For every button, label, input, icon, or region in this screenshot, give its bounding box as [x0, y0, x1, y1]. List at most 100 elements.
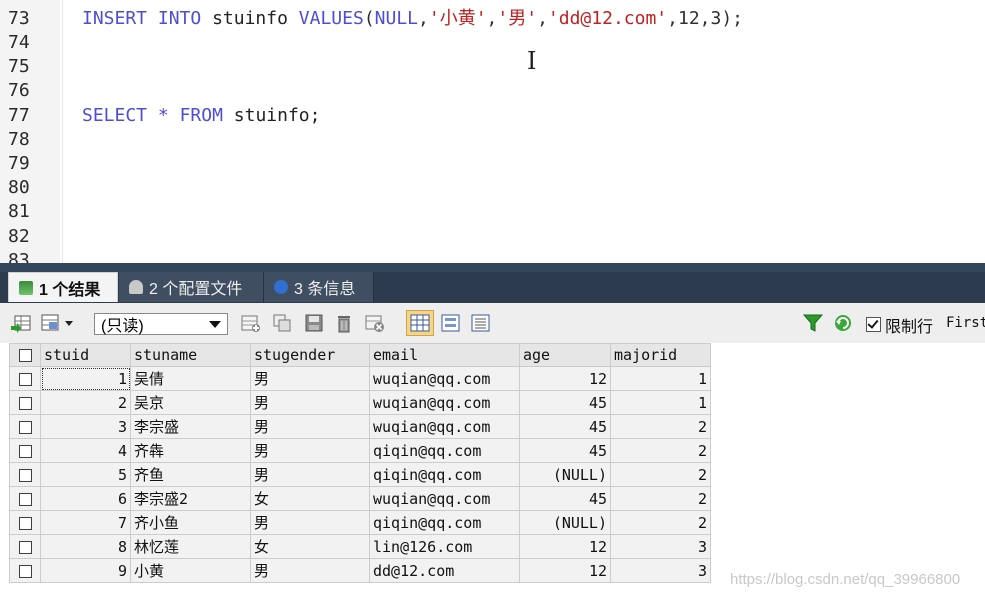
tab-results[interactable]: 1 个结果 [8, 272, 118, 302]
export-icon[interactable] [10, 312, 32, 334]
cell-majorid[interactable]: 1 [610, 390, 711, 415]
cell-majorid[interactable]: 2 [610, 486, 711, 511]
duplicate-row-icon[interactable] [272, 312, 294, 334]
cell-stuid[interactable]: 2 [40, 390, 131, 415]
cell-stuid[interactable]: 1 [40, 366, 131, 391]
row-checkbox[interactable] [9, 438, 41, 463]
cell-majorid[interactable]: 1 [610, 366, 711, 391]
row-checkbox[interactable] [9, 366, 41, 391]
text-view-icon[interactable] [470, 312, 492, 334]
cell-stugender[interactable]: 女 [250, 486, 370, 511]
cell-email[interactable]: wuqian@qq.com [369, 366, 520, 391]
column-header[interactable]: email [369, 343, 520, 367]
cell-stuname[interactable]: 齐犇 [130, 438, 251, 463]
limit-rows-checkbox[interactable] [866, 317, 881, 332]
row-checkbox[interactable] [9, 558, 41, 583]
refresh-icon[interactable] [832, 312, 854, 334]
cell-stuid[interactable]: 4 [40, 438, 131, 463]
table-row[interactable]: 8 林忆莲女 lin@126.com 12 3 [9, 534, 711, 559]
cell-stugender[interactable]: 男 [250, 510, 370, 535]
cell-age[interactable]: 45 [519, 414, 611, 439]
cell-email[interactable]: lin@126.com [369, 534, 520, 559]
column-header[interactable]: stuid [40, 343, 131, 367]
cell-stuname[interactable]: 林忆莲 [130, 534, 251, 559]
cell-stugender[interactable]: 男 [250, 366, 370, 391]
code-line-77[interactable]: SELECT * FROM stuinfo; [82, 104, 320, 128]
cell-stuid[interactable]: 6 [40, 486, 131, 511]
cell-stuname[interactable]: 齐鱼 [130, 462, 251, 487]
row-checkbox[interactable] [9, 390, 41, 415]
cell-email[interactable]: wuqian@qq.com [369, 390, 520, 415]
readonly-mode-select[interactable]: (只读) [94, 313, 228, 335]
save-icon[interactable] [304, 312, 326, 334]
cell-stugender[interactable]: 男 [250, 414, 370, 439]
table-row[interactable]: 6 李宗盛2 女 wuqian@qq.com 45 2 [9, 486, 711, 511]
form-view-icon[interactable] [440, 312, 462, 334]
cell-email[interactable]: qiqin@qq.com [369, 462, 520, 487]
row-checkbox[interactable] [9, 462, 41, 487]
cell-email[interactable]: qiqin@qq.com [369, 510, 520, 535]
cell-stugender[interactable]: 男 [250, 462, 370, 487]
column-header[interactable]: age [519, 343, 611, 367]
cell-majorid[interactable]: 3 [610, 558, 711, 583]
cell-stuname[interactable]: 李宗盛 [130, 414, 251, 439]
cell-stuname[interactable]: 小黄 [130, 558, 251, 583]
row-checkbox[interactable] [9, 414, 41, 439]
cell-stuname[interactable]: 齐小鱼 [130, 510, 251, 535]
cell-email[interactable]: wuqian@qq.com [369, 486, 520, 511]
cell-email[interactable]: dd@12.com [369, 558, 520, 583]
cell-majorid[interactable]: 2 [610, 510, 711, 535]
cell-stuname[interactable]: 李宗盛2 [130, 486, 251, 511]
select-all-checkbox[interactable] [9, 343, 41, 367]
copy-rows-dropdown-icon[interactable] [40, 312, 80, 334]
tab-messages[interactable]: 3 条信息 [264, 272, 374, 302]
cell-majorid[interactable]: 2 [610, 438, 711, 463]
filter-icon[interactable] [802, 312, 824, 334]
cell-stuid[interactable]: 7 [40, 510, 131, 535]
cell-age[interactable]: 45 [519, 486, 611, 511]
cell-stuid[interactable]: 9 [40, 558, 131, 583]
cell-age[interactable]: 12 [519, 558, 611, 583]
tab-profiles[interactable]: 2 个配置文件 [119, 272, 264, 302]
cell-stuid[interactable]: 8 [40, 534, 131, 559]
cell-stuid[interactable]: 5 [40, 462, 131, 487]
table-row[interactable]: 2 吴京男 wuqian@qq.com 45 1 [9, 390, 711, 415]
cell-age[interactable]: 45 [519, 438, 611, 463]
delete-icon[interactable] [334, 312, 356, 334]
column-header[interactable]: stugender [250, 343, 370, 367]
cell-stugender[interactable]: 男 [250, 390, 370, 415]
cell-stugender[interactable]: 女 [250, 534, 370, 559]
insert-row-icon[interactable] [240, 312, 262, 334]
table-row[interactable]: 7 齐小鱼男 qiqin@qq.com (NULL) 2 [9, 510, 711, 535]
cell-majorid[interactable]: 2 [610, 414, 711, 439]
table-row[interactable]: 9 小黄男 dd@12.com 12 3 [9, 558, 711, 583]
table-row[interactable]: 5 齐鱼男 qiqin@qq.com (NULL) 2 [9, 462, 711, 487]
cancel-changes-icon[interactable] [364, 312, 386, 334]
cell-majorid[interactable]: 3 [610, 534, 711, 559]
table-row[interactable]: 1 吴倩男 wuqian@qq.com 12 1 [9, 366, 711, 391]
cell-majorid[interactable]: 2 [610, 462, 711, 487]
cell-email[interactable]: qiqin@qq.com [369, 438, 520, 463]
cell-stuname[interactable]: 吴倩 [130, 366, 251, 391]
cell-age[interactable]: 45 [519, 390, 611, 415]
cell-stugender[interactable]: 男 [250, 558, 370, 583]
cell-stuid[interactable]: 3 [40, 414, 131, 439]
table-row[interactable]: 4 齐犇男 qiqin@qq.com 45 2 [9, 438, 711, 463]
cell-age[interactable]: 12 [519, 534, 611, 559]
cell-email[interactable]: wuqian@qq.com [369, 414, 520, 439]
column-header[interactable]: stuname [130, 343, 251, 367]
sql-editor[interactable]: 73 74 75 76 77 78 79 80 81 82 83 INSERT … [0, 0, 985, 263]
cell-age[interactable]: 12 [519, 366, 611, 391]
grid-view-icon[interactable] [406, 310, 434, 336]
row-checkbox[interactable] [9, 534, 41, 559]
cell-age[interactable]: (NULL) [519, 462, 611, 487]
row-checkbox[interactable] [9, 486, 41, 511]
column-header[interactable]: majorid [610, 343, 711, 367]
cell-age[interactable]: (NULL) [519, 510, 611, 535]
code-line-73[interactable]: INSERT INTO stuinfo VALUES(NULL,'小黄','男'… [82, 7, 743, 31]
table-row[interactable]: 3 李宗盛男 wuqian@qq.com 45 2 [9, 414, 711, 439]
code-rest: ,12,3); [667, 8, 743, 29]
row-checkbox[interactable] [9, 510, 41, 535]
cell-stuname[interactable]: 吴京 [130, 390, 251, 415]
cell-stugender[interactable]: 男 [250, 438, 370, 463]
